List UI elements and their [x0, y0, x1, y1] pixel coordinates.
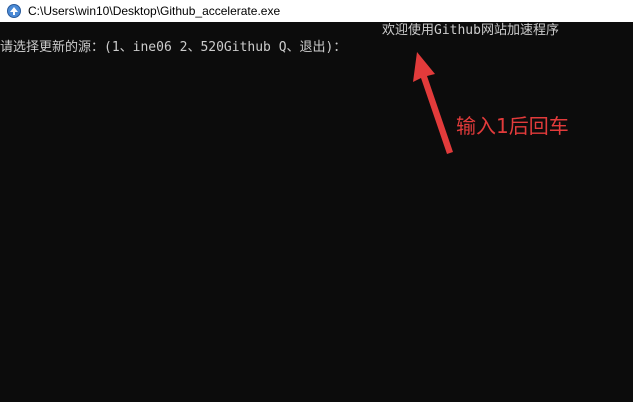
console-app-icon[interactable] [6, 3, 22, 19]
console-window: C:\Users\win10\Desktop\Github_accelerate… [0, 0, 633, 402]
annotation-label: 输入1后回车 [456, 114, 569, 138]
source-select-prompt: 请选择更新的源：(1、ine06 2、520Github Q、退出)： [0, 40, 347, 55]
red-arrow-icon [413, 52, 453, 154]
window-title: C:\Users\win10\Desktop\Github_accelerate… [28, 4, 281, 18]
console-output[interactable]: 欢迎使用Github网站加速程序 请选择更新的源：(1、ine06 2、520G… [0, 22, 633, 402]
title-bar[interactable]: C:\Users\win10\Desktop\Github_accelerate… [0, 0, 633, 22]
welcome-message: 欢迎使用Github网站加速程序 [382, 23, 559, 38]
